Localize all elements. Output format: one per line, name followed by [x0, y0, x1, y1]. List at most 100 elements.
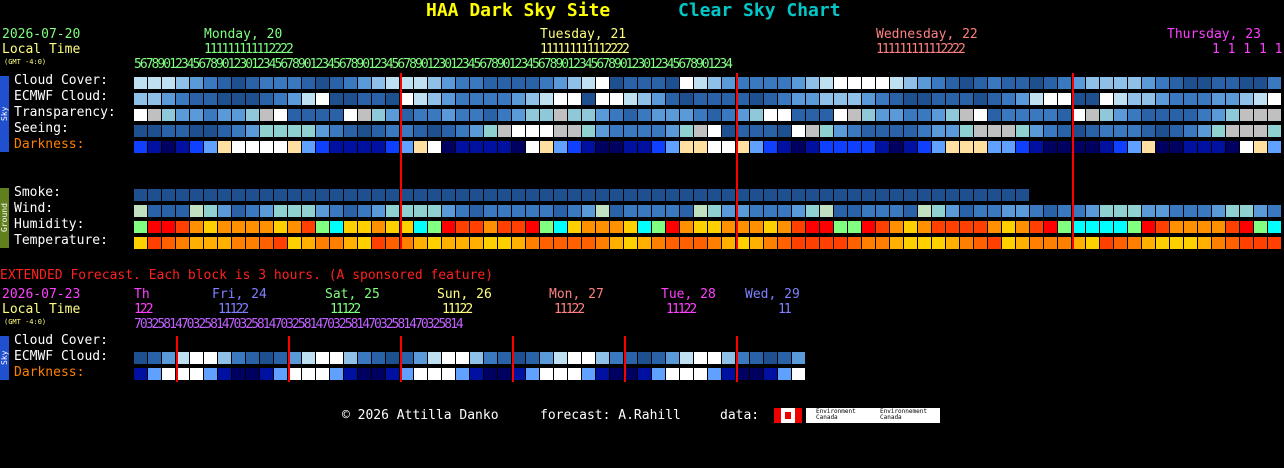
forecast-block	[554, 237, 567, 249]
forecast-block	[582, 125, 595, 137]
forecast-block	[232, 141, 245, 153]
forecast-block	[1058, 125, 1071, 137]
forecast-block	[1170, 109, 1183, 121]
forecast-block	[1184, 93, 1197, 105]
forecast-block	[456, 221, 469, 233]
extended-block	[638, 368, 651, 380]
ext-day-tue: Tue, 28	[661, 287, 716, 302]
forecast-block	[1198, 141, 1211, 153]
midnight-line	[736, 73, 738, 249]
forecast-block	[260, 141, 273, 153]
forecast-block	[610, 141, 623, 153]
forecast-block	[1240, 221, 1253, 233]
forecast-block	[246, 189, 259, 201]
forecast-block	[1114, 205, 1127, 217]
forecast-block	[204, 221, 217, 233]
forecast-block	[358, 125, 371, 137]
forecast-block	[974, 189, 987, 201]
forecast-block	[694, 205, 707, 217]
forecast-block	[1030, 125, 1043, 137]
extended-block	[596, 352, 609, 364]
extended-block	[610, 352, 623, 364]
environment-canada-logo[interactable]: Environment Canada Environnement Canada	[806, 408, 940, 423]
forecast-block	[1002, 237, 1015, 249]
extended-block	[540, 352, 553, 364]
forecast-block	[1212, 77, 1225, 89]
forecast-block	[1268, 141, 1281, 153]
forecast-block	[162, 109, 175, 121]
forecast-block	[246, 125, 259, 137]
forecast-block	[806, 221, 819, 233]
extended-block	[680, 352, 693, 364]
forecast-block	[1226, 141, 1239, 153]
forecast-block	[610, 93, 623, 105]
forecast-block	[1016, 109, 1029, 121]
forecast-block	[344, 109, 357, 121]
forecast-block	[1226, 221, 1239, 233]
forecast-block	[778, 221, 791, 233]
extended-block	[596, 368, 609, 380]
forecast-block	[890, 141, 903, 153]
forecast-block	[988, 205, 1001, 217]
forecast-block	[414, 109, 427, 121]
forecast-block	[834, 205, 847, 217]
forecast-block	[1058, 237, 1071, 249]
forecast-block	[680, 125, 693, 137]
forecast-block	[246, 237, 259, 249]
forecast-block	[204, 125, 217, 137]
forecast-block	[904, 221, 917, 233]
extended-block	[302, 368, 315, 380]
forecast-block	[498, 77, 511, 89]
extended-block	[316, 368, 329, 380]
extended-block	[344, 352, 357, 364]
forecast-block	[456, 189, 469, 201]
forecast-block	[1058, 205, 1071, 217]
forecast-block	[1030, 109, 1043, 121]
forecast-block	[484, 77, 497, 89]
day-label-tuesday: Tuesday, 21	[540, 27, 627, 42]
forecast-block	[372, 221, 385, 233]
forecast-block	[946, 141, 959, 153]
forecast-block	[778, 109, 791, 121]
forecast-block	[1100, 125, 1113, 137]
forecast-block	[1254, 237, 1267, 249]
forecast-block	[862, 141, 875, 153]
forecast-block	[1170, 237, 1183, 249]
forecast-block	[1002, 205, 1015, 217]
extended-block	[708, 352, 721, 364]
forecast-block	[274, 109, 287, 121]
forecast-block	[358, 205, 371, 217]
forecast-block	[1198, 109, 1211, 121]
forecast-block	[610, 205, 623, 217]
forecast-block	[610, 109, 623, 121]
forecast-block	[526, 205, 539, 217]
forecast-block	[162, 205, 175, 217]
forecast-block	[274, 221, 287, 233]
forecast-block	[974, 77, 987, 89]
day-label-wednesday: Wednesday, 22	[876, 27, 978, 42]
forecast-block	[344, 205, 357, 217]
forecast-block	[204, 237, 217, 249]
forecast-block	[820, 109, 833, 121]
forecast-block	[176, 125, 189, 137]
forecast-block	[946, 77, 959, 89]
forecast-block	[862, 221, 875, 233]
forecast-block	[988, 141, 1001, 153]
forecast-block	[862, 77, 875, 89]
forecast-block	[456, 77, 469, 89]
forecast-block	[750, 189, 763, 201]
forecast-block	[1184, 125, 1197, 137]
forecast-block	[904, 93, 917, 105]
forecast-block	[330, 109, 343, 121]
forecast-block	[456, 237, 469, 249]
extended-block	[162, 352, 175, 364]
forecast-block	[302, 237, 315, 249]
forecast-block	[848, 77, 861, 89]
forecast-block	[834, 77, 847, 89]
forecast-block	[288, 221, 301, 233]
forecast-block	[1058, 93, 1071, 105]
forecast-block	[386, 141, 399, 153]
forecast-block	[1016, 237, 1029, 249]
forecast-block	[1100, 77, 1113, 89]
forecast-block	[1240, 109, 1253, 121]
